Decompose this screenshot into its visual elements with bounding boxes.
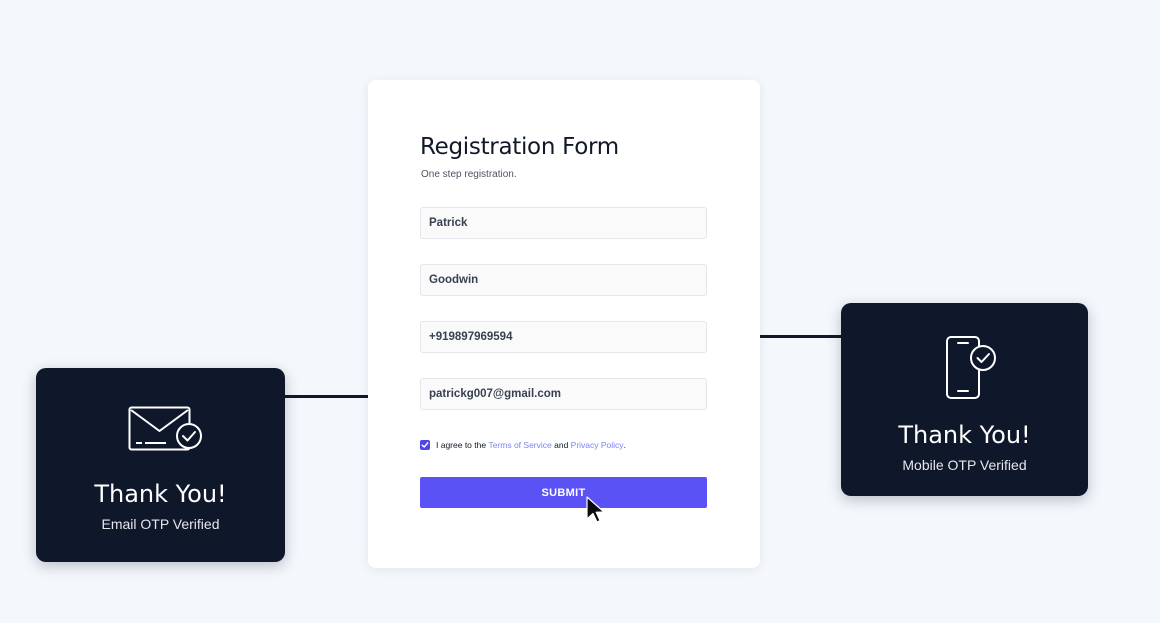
- email-verified-card: Thank You! Email OTP Verified: [36, 368, 285, 562]
- last-name-input[interactable]: [420, 264, 707, 296]
- mobile-verified-card: Thank You! Mobile OTP Verified: [841, 303, 1088, 496]
- email-card-subtitle: Email OTP Verified: [101, 516, 220, 532]
- check-icon: [421, 442, 429, 448]
- email-input[interactable]: [420, 378, 707, 410]
- form-title: Registration Form: [420, 134, 619, 160]
- agree-checkbox[interactable]: [420, 440, 430, 450]
- envelope-check-icon: [128, 406, 202, 451]
- form-subtitle: One step registration.: [421, 169, 517, 180]
- phone-check-icon: [946, 336, 996, 399]
- submit-button[interactable]: SUBMIT: [420, 477, 707, 508]
- mobile-card-subtitle: Mobile OTP Verified: [902, 457, 1027, 473]
- phone-input[interactable]: [420, 321, 707, 353]
- agree-text-suffix: .: [623, 440, 626, 450]
- agree-text-prefix: I agree to the: [436, 440, 489, 450]
- terms-of-service-link[interactable]: Terms of Service: [488, 440, 551, 450]
- agree-text-middle: and: [551, 440, 571, 450]
- registration-form-card: Registration Form One step registration.…: [368, 80, 760, 568]
- mobile-card-title: Thank You!: [898, 421, 1031, 449]
- agreement-row: I agree to the Terms of Service and Priv…: [420, 440, 626, 450]
- email-card-title: Thank You!: [94, 480, 227, 508]
- first-name-input[interactable]: [420, 207, 707, 239]
- mouse-cursor-icon: [586, 496, 605, 523]
- privacy-policy-link[interactable]: Privacy Policy: [571, 440, 624, 450]
